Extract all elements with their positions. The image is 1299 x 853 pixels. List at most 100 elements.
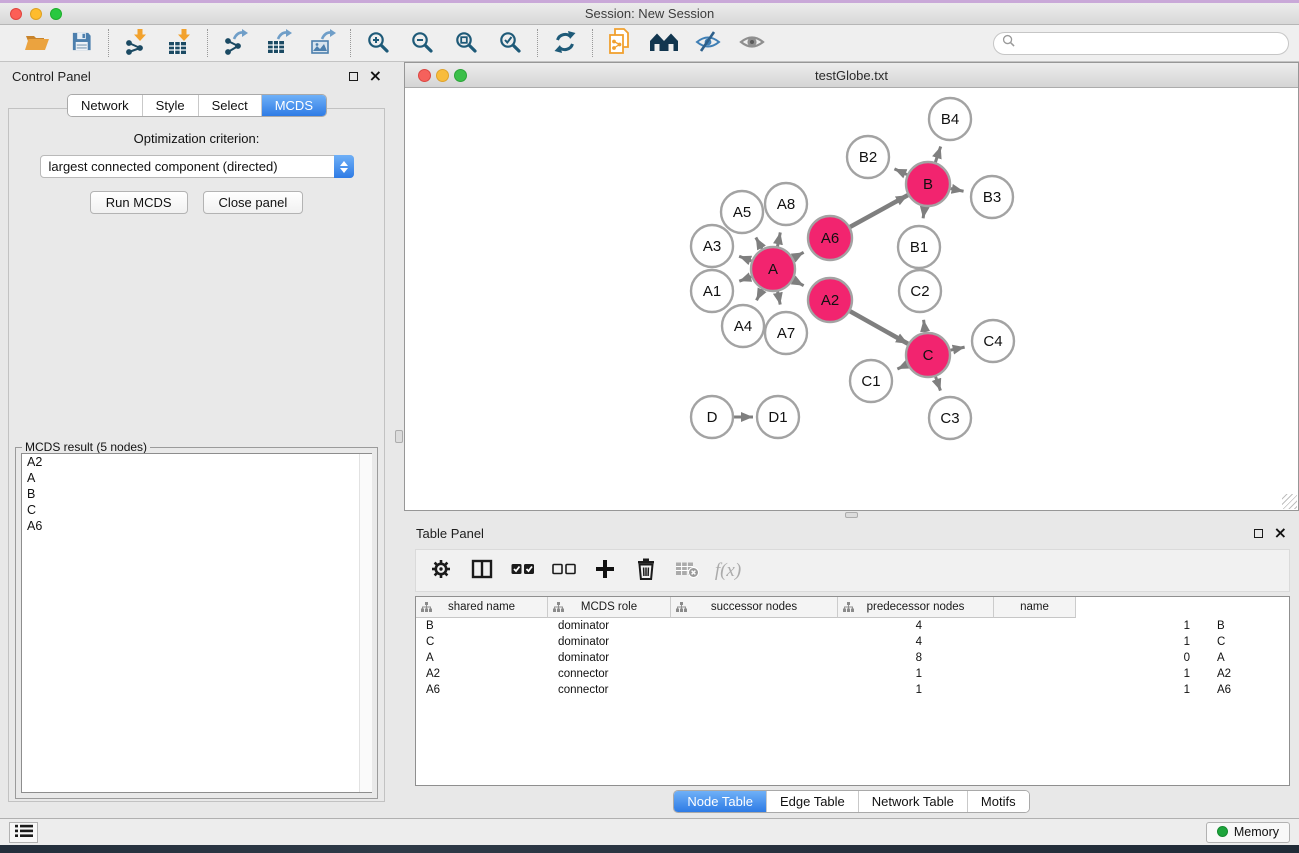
- table-row[interactable]: A2connector11A2: [416, 666, 1289, 682]
- graph-edge-C-C4[interactable]: [950, 347, 964, 350]
- maximize-window-button[interactable]: [50, 8, 62, 20]
- column-header-predecessor-nodes[interactable]: predecessor nodes: [838, 597, 994, 618]
- delete-row-button[interactable]: [630, 555, 662, 587]
- float-panel-icon[interactable]: [349, 72, 358, 81]
- graph-node-A1[interactable]: A1: [691, 270, 733, 312]
- graph-edge-B-B1[interactable]: [923, 207, 925, 219]
- mcds-result-item[interactable]: B: [22, 486, 371, 502]
- graph-node-A2[interactable]: A2: [808, 278, 852, 322]
- graph-edge-A-A8[interactable]: [778, 232, 781, 246]
- graph-node-A[interactable]: A: [751, 247, 795, 291]
- float-table-panel-icon[interactable]: [1254, 529, 1263, 538]
- graph-edge-B-B3[interactable]: [951, 189, 964, 192]
- vertical-splitter-handle[interactable]: [395, 430, 403, 443]
- tab-style[interactable]: Style: [142, 95, 198, 116]
- table-row[interactable]: Adominator80A: [416, 650, 1289, 666]
- tab-motifs[interactable]: Motifs: [967, 791, 1029, 812]
- graph-node-B1[interactable]: B1: [898, 226, 940, 268]
- export-table-button[interactable]: [260, 28, 298, 58]
- show-all-button[interactable]: [733, 28, 771, 58]
- column-header-name[interactable]: name: [994, 597, 1076, 618]
- zoom-in-button[interactable]: [359, 28, 397, 58]
- mcds-result-item[interactable]: C: [22, 502, 371, 518]
- minimize-window-button[interactable]: [30, 8, 42, 20]
- optimization-criterion-select[interactable]: largest connected component (directed): [40, 155, 354, 178]
- mcds-result-item[interactable]: A: [22, 470, 371, 486]
- close-window-button[interactable]: [10, 8, 22, 20]
- apply-layout-button[interactable]: [546, 28, 584, 58]
- import-table-button[interactable]: [161, 28, 199, 58]
- graph-node-A3[interactable]: A3: [691, 225, 733, 267]
- graph-node-A6[interactable]: A6: [808, 216, 852, 260]
- new-network-from-selection-button[interactable]: [601, 28, 639, 58]
- graph-edge-A-A5[interactable]: [756, 237, 762, 248]
- result-scrollbar[interactable]: [359, 454, 372, 792]
- network-minimize-button[interactable]: [436, 69, 449, 82]
- show-columns-button[interactable]: [466, 555, 498, 587]
- close-panel-icon[interactable]: ×: [369, 71, 382, 81]
- window-resize-grip[interactable]: [1282, 494, 1297, 509]
- table-settings-button[interactable]: [425, 555, 457, 587]
- tab-mcds[interactable]: MCDS: [261, 95, 326, 116]
- graph-edge-A-A7[interactable]: [778, 292, 781, 305]
- save-session-button[interactable]: [62, 28, 100, 58]
- column-header-shared-name[interactable]: shared name: [416, 597, 548, 618]
- horizontal-splitter-handle[interactable]: [845, 512, 858, 518]
- graph-node-D1[interactable]: D1: [757, 396, 799, 438]
- add-row-button[interactable]: [589, 555, 621, 587]
- graph-edge-B-B2[interactable]: [894, 169, 907, 175]
- memory-button[interactable]: Memory: [1206, 822, 1290, 843]
- mcds-result-item[interactable]: A6: [22, 518, 371, 534]
- export-image-button[interactable]: [304, 28, 342, 58]
- network-canvas[interactable]: AA1A2A3A4A5A6A7A8BB1B2B3B4CC1C2C3C4DD1: [405, 88, 1298, 510]
- tab-edge-table[interactable]: Edge Table: [766, 791, 858, 812]
- close-panel-button[interactable]: Close panel: [203, 191, 304, 214]
- column-header-successor-nodes[interactable]: successor nodes: [671, 597, 838, 618]
- graph-edge-A6-B[interactable]: [850, 195, 908, 227]
- graph-node-B3[interactable]: B3: [971, 176, 1013, 218]
- graph-node-A4[interactable]: A4: [722, 305, 764, 347]
- graph-node-C3[interactable]: C3: [929, 397, 971, 439]
- first-neighbors-button[interactable]: [645, 28, 683, 58]
- deselect-all-button[interactable]: [548, 555, 580, 587]
- zoom-selected-button[interactable]: [491, 28, 529, 58]
- graph-edge-C-C3[interactable]: [936, 377, 941, 391]
- graph-edge-A2-C[interactable]: [850, 311, 908, 343]
- tab-select[interactable]: Select: [198, 95, 261, 116]
- graph-node-C2[interactable]: C2: [899, 270, 941, 312]
- graph-node-C[interactable]: C: [906, 333, 950, 377]
- graph-node-B[interactable]: B: [906, 162, 950, 206]
- network-close-button[interactable]: [418, 69, 431, 82]
- close-table-panel-icon[interactable]: ×: [1274, 528, 1287, 538]
- graph-node-B4[interactable]: B4: [929, 98, 971, 140]
- run-mcds-button[interactable]: Run MCDS: [90, 191, 188, 214]
- tab-network-table[interactable]: Network Table: [858, 791, 967, 812]
- graph-edge-A-A1[interactable]: [739, 277, 751, 281]
- zoom-out-button[interactable]: [403, 28, 441, 58]
- graph-edge-C-C2[interactable]: [924, 320, 926, 332]
- graph-node-D[interactable]: D: [691, 396, 733, 438]
- tab-network[interactable]: Network: [68, 95, 142, 116]
- task-history-button[interactable]: [9, 822, 38, 843]
- graph-edge-A-A4[interactable]: [757, 289, 763, 300]
- graph-edge-C-C1[interactable]: [897, 365, 907, 369]
- column-header-mcds-role[interactable]: MCDS role: [548, 597, 671, 618]
- network-maximize-button[interactable]: [454, 69, 467, 82]
- hide-selected-button[interactable]: [689, 28, 727, 58]
- table-row[interactable]: Cdominator41C: [416, 634, 1289, 650]
- tab-node-table[interactable]: Node Table: [674, 791, 766, 812]
- graph-node-A8[interactable]: A8: [765, 183, 807, 225]
- graph-node-A7[interactable]: A7: [765, 312, 807, 354]
- export-network-button[interactable]: [216, 28, 254, 58]
- import-network-button[interactable]: [117, 28, 155, 58]
- open-file-button[interactable]: [18, 28, 56, 58]
- select-all-button[interactable]: [507, 555, 539, 587]
- graph-edge-A-A6[interactable]: [793, 252, 803, 258]
- graph-node-C4[interactable]: C4: [972, 320, 1014, 362]
- graph-edge-B-B4[interactable]: [935, 146, 940, 162]
- graph-node-B2[interactable]: B2: [847, 136, 889, 178]
- mcds-result-item[interactable]: A2: [22, 454, 371, 470]
- graph-edge-A-A3[interactable]: [739, 256, 751, 261]
- table-row[interactable]: Bdominator41B: [416, 618, 1289, 634]
- search-input[interactable]: [1020, 36, 1280, 50]
